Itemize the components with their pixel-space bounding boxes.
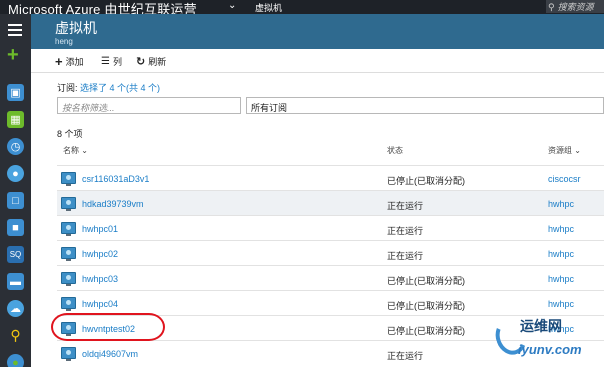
subscription-prefix: 订阅: <box>57 83 78 93</box>
resource-group-link[interactable]: hwhpc <box>548 299 574 309</box>
site-watermark: 运维网 iyunv.com <box>490 313 604 367</box>
resource-group-link[interactable]: hwhpc <box>548 249 574 259</box>
cloud-icon[interactable]: ☁ <box>7 300 24 317</box>
subscription-link[interactable]: 选择了 4 个(共 4 个) <box>80 83 160 93</box>
key-icon[interactable]: ⚲ <box>7 327 24 344</box>
virtual-machines-nav-icon[interactable]: ▣ <box>7 84 24 101</box>
virtual-machine-icon <box>61 272 76 286</box>
left-nav-rail: + ▣ ▦ ◷ ● □ ■ SQ ▬ ☁ ⚲ ● <box>0 14 31 367</box>
storage-icon[interactable]: ▬ <box>7 273 24 290</box>
search-icon: ⚲ <box>548 2 555 12</box>
table-row[interactable]: hwhpc02 正在运行 hwhpc <box>57 240 604 265</box>
virtual-machine-icon <box>61 347 76 361</box>
resource-group-link[interactable]: hwhpc <box>548 224 574 234</box>
resource-group-link[interactable]: ciscocsr <box>548 174 581 184</box>
top-bar: Microsoft Azure 由世纪互联运营 ⌄ 虚拟机 ⚲ 搜索资源 <box>0 0 604 17</box>
new-resource-icon[interactable]: + <box>7 45 19 65</box>
watermark-line2: iyunv.com <box>518 342 582 357</box>
vm-status: 已停止(已取消分配) <box>387 276 465 286</box>
clock-icon[interactable]: ◷ <box>7 138 24 155</box>
vm-name-link[interactable]: hdkad39739vm <box>82 199 144 209</box>
resource-group-link[interactable]: hwhpc <box>548 199 574 209</box>
virtual-machine-icon <box>61 297 76 311</box>
vm-status: 正在运行 <box>387 201 424 211</box>
add-button[interactable]: + 添加 <box>55 55 84 68</box>
command-bar: + 添加 ☰ 列 ↻ 刷新 <box>31 49 604 73</box>
status-column-header[interactable]: 状态 <box>387 145 403 156</box>
table-row[interactable]: hwhpc01 正在运行 hwhpc <box>57 215 604 240</box>
table-row[interactable]: hwhpc03 已停止(已取消分配) hwhpc <box>57 265 604 290</box>
vm-name-link[interactable]: hwhpc03 <box>82 274 118 284</box>
columns-button[interactable]: ☰ 列 <box>101 55 122 68</box>
refresh-button[interactable]: ↻ 刷新 <box>136 55 166 68</box>
globe-network-icon[interactable]: ● <box>7 354 24 367</box>
resource-group-column-header[interactable]: 资源组 ⌄ <box>548 145 581 156</box>
search-box[interactable]: ⚲ 搜索资源 <box>546 0 604 13</box>
vm-status: 已停止(已取消分配) <box>387 326 465 336</box>
vm-name-link[interactable]: hwhpc02 <box>82 249 118 259</box>
chevron-down-icon[interactable]: ⌄ <box>228 0 236 11</box>
name-filter-input[interactable]: 按名称筛选... <box>57 97 241 114</box>
virtual-machine-icon <box>61 172 76 186</box>
dashboard-grid-icon[interactable]: ▦ <box>7 111 24 128</box>
resource-group-link[interactable]: hwhpc <box>548 274 574 284</box>
vm-status: 正在运行 <box>387 351 424 361</box>
page-title: 虚拟机 <box>55 20 97 36</box>
virtual-machine-icon <box>61 247 76 261</box>
table-header: 名称 ⌄ 状态 资源组 ⌄ <box>57 145 604 159</box>
vm-name-link[interactable]: oldqi49607vm <box>82 349 138 359</box>
table-row[interactable]: hwhpc04 已停止(已取消分配) hwhpc <box>57 290 604 315</box>
globe-icon[interactable]: ● <box>7 165 24 182</box>
blade-header: 虚拟机 heng <box>31 14 604 49</box>
columns-button-label: 列 <box>112 57 122 67</box>
vm-status: 已停止(已取消分配) <box>387 301 465 311</box>
add-button-label: 添加 <box>65 57 84 67</box>
vm-status: 已停止(已取消分配) <box>387 176 465 186</box>
sql-database-icon[interactable]: SQ <box>7 246 24 263</box>
vm-name-link[interactable]: hwhpc01 <box>82 224 118 234</box>
highlight-annotation-circle <box>51 313 165 341</box>
name-column-header[interactable]: 名称 ⌄ <box>63 145 88 156</box>
item-count: 8 个项 <box>57 129 83 139</box>
table-row[interactable]: hdkad39739vm 正在运行 hwhpc <box>57 190 604 215</box>
breadcrumb[interactable]: 虚拟机 <box>255 1 282 14</box>
vm-status: 正在运行 <box>387 226 424 236</box>
plus-icon: + <box>55 53 63 69</box>
vm-monitor-icon[interactable]: ■ <box>7 219 24 236</box>
page-subtitle: heng <box>55 37 73 46</box>
virtual-machine-icon <box>61 197 76 211</box>
vm-name-link[interactable]: hwhpc04 <box>82 299 118 309</box>
monitor-icon[interactable]: □ <box>7 192 24 209</box>
subscription-dropdown[interactable]: 所有订阅 <box>246 97 604 114</box>
search-placeholder: 搜索资源 <box>557 2 594 12</box>
columns-icon: ☰ <box>101 55 110 67</box>
sort-chevron-icon: ⌄ <box>81 146 88 155</box>
sort-chevron-icon: ⌄ <box>574 146 581 155</box>
vm-status: 正在运行 <box>387 251 424 261</box>
table-row[interactable]: csr116031aD3v1 已停止(已取消分配) ciscocsr <box>57 165 604 190</box>
vm-name-link[interactable]: csr116031aD3v1 <box>82 174 149 184</box>
watermark-line1: 运维网 <box>520 318 562 334</box>
hamburger-menu-icon[interactable] <box>8 24 22 39</box>
rg-header-label: 资源组 <box>548 146 572 155</box>
refresh-icon: ↻ <box>136 55 146 68</box>
virtual-machine-icon <box>61 222 76 236</box>
subscription-filter-line: 订阅: 选择了 4 个(共 4 个) <box>57 81 160 94</box>
name-header-label: 名称 <box>63 146 79 155</box>
refresh-button-label: 刷新 <box>148 57 167 67</box>
